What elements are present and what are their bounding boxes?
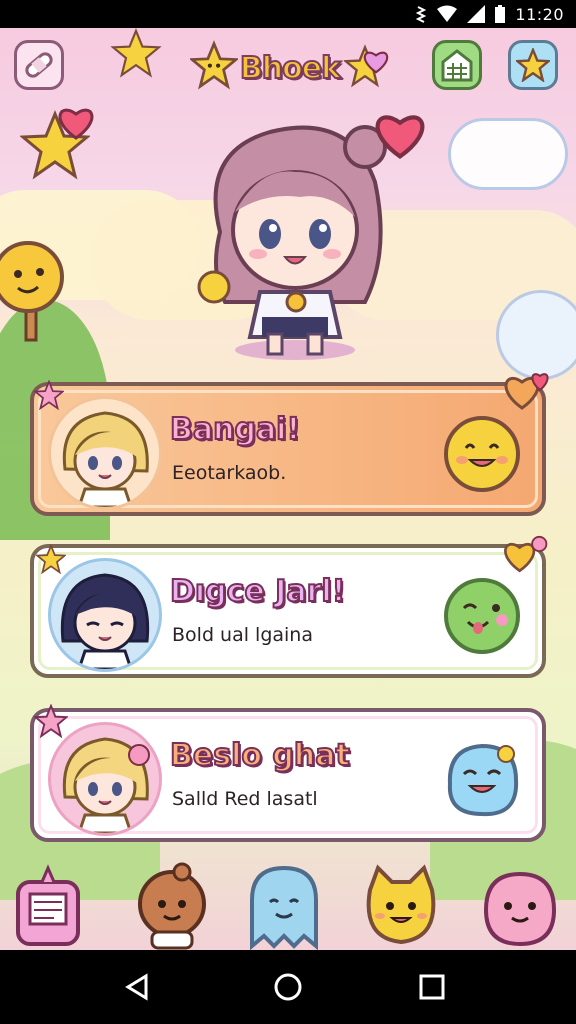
wifi-icon bbox=[437, 5, 458, 22]
heart-decoration-icon bbox=[58, 108, 94, 140]
heart-icon bbox=[504, 535, 548, 573]
card-title-1: Bangai! bbox=[169, 411, 301, 448]
vibrate-icon bbox=[416, 6, 427, 23]
home-icon bbox=[274, 973, 302, 1001]
nav-notebook[interactable] bbox=[4, 860, 94, 950]
card-title-2: Dıgce Jarl! bbox=[169, 573, 346, 610]
calendar-icon bbox=[441, 49, 473, 82]
battery-icon bbox=[495, 5, 506, 23]
star-decoration-icon bbox=[110, 28, 162, 78]
ghost-icon bbox=[250, 865, 318, 951]
favorites-button[interactable] bbox=[508, 40, 558, 90]
bunny-icon bbox=[483, 871, 557, 947]
recents-icon bbox=[419, 974, 445, 1000]
chat-card-1[interactable]: Bangai! Eeotarkaob. bbox=[30, 373, 549, 516]
blonde-girl-avatar-icon bbox=[62, 411, 149, 507]
back-icon bbox=[125, 973, 148, 1001]
nav-bear[interactable] bbox=[128, 860, 218, 950]
bandage-button[interactable] bbox=[14, 40, 64, 90]
winking-face-icon[interactable] bbox=[442, 576, 522, 656]
status-time: 11:20 bbox=[515, 4, 564, 24]
star-icon bbox=[516, 48, 550, 82]
notebook-icon bbox=[16, 864, 80, 946]
bottom-character-bar bbox=[0, 860, 576, 951]
cat-icon bbox=[366, 864, 436, 945]
nav-cat[interactable] bbox=[356, 860, 446, 950]
back-button[interactable] bbox=[88, 950, 188, 1024]
recents-button[interactable] bbox=[382, 950, 482, 1024]
happy-face-icon[interactable] bbox=[442, 414, 522, 494]
app-screen: 11:20 Bhoek Bangai! Eeotarkaob. Dıgce Ja… bbox=[0, 0, 576, 1024]
nav-ghost[interactable] bbox=[238, 860, 328, 951]
signal-icon bbox=[467, 5, 486, 23]
app-title: Bhoek bbox=[239, 50, 342, 87]
card-avatar-3 bbox=[48, 722, 162, 836]
star-icon bbox=[36, 544, 66, 574]
system-navigation-bar bbox=[0, 950, 576, 1024]
title-heart-icon bbox=[363, 51, 389, 74]
flower-icon bbox=[34, 380, 64, 410]
lollipop-character-icon bbox=[0, 241, 64, 342]
hero-heart-icon bbox=[375, 115, 425, 159]
app-title-banner: Bhoek bbox=[190, 38, 390, 98]
card-title-3: Beslo ghat bbox=[169, 737, 351, 774]
calendar-button[interactable] bbox=[432, 40, 482, 90]
status-bar: 11:20 bbox=[0, 0, 576, 28]
laughing-face-icon[interactable] bbox=[442, 740, 522, 820]
chat-card-3[interactable]: Beslo ghat Salld Red lasatl bbox=[30, 704, 546, 842]
card-subtitle-3: Salld Red lasatl bbox=[172, 788, 318, 810]
card-subtitle-1: Eeotarkaob. bbox=[172, 462, 287, 484]
pink-girl-avatar-icon bbox=[62, 737, 150, 833]
card-avatar-2 bbox=[48, 558, 162, 672]
heart-icon bbox=[504, 373, 549, 410]
nav-bunny[interactable] bbox=[474, 860, 564, 950]
title-star-icon bbox=[190, 40, 238, 90]
bear-icon bbox=[138, 862, 206, 950]
bandage-icon bbox=[25, 52, 53, 78]
dark-hair-girl-avatar-icon bbox=[60, 573, 150, 669]
hero-character[interactable] bbox=[180, 112, 425, 362]
card-subtitle-2: Bold ual lgaina bbox=[172, 624, 313, 646]
card-avatar-1 bbox=[48, 396, 162, 510]
chat-card-2[interactable]: Dıgce Jarl! Bold ual lgaina bbox=[30, 535, 548, 678]
home-button[interactable] bbox=[238, 950, 338, 1024]
star-icon bbox=[34, 704, 68, 738]
